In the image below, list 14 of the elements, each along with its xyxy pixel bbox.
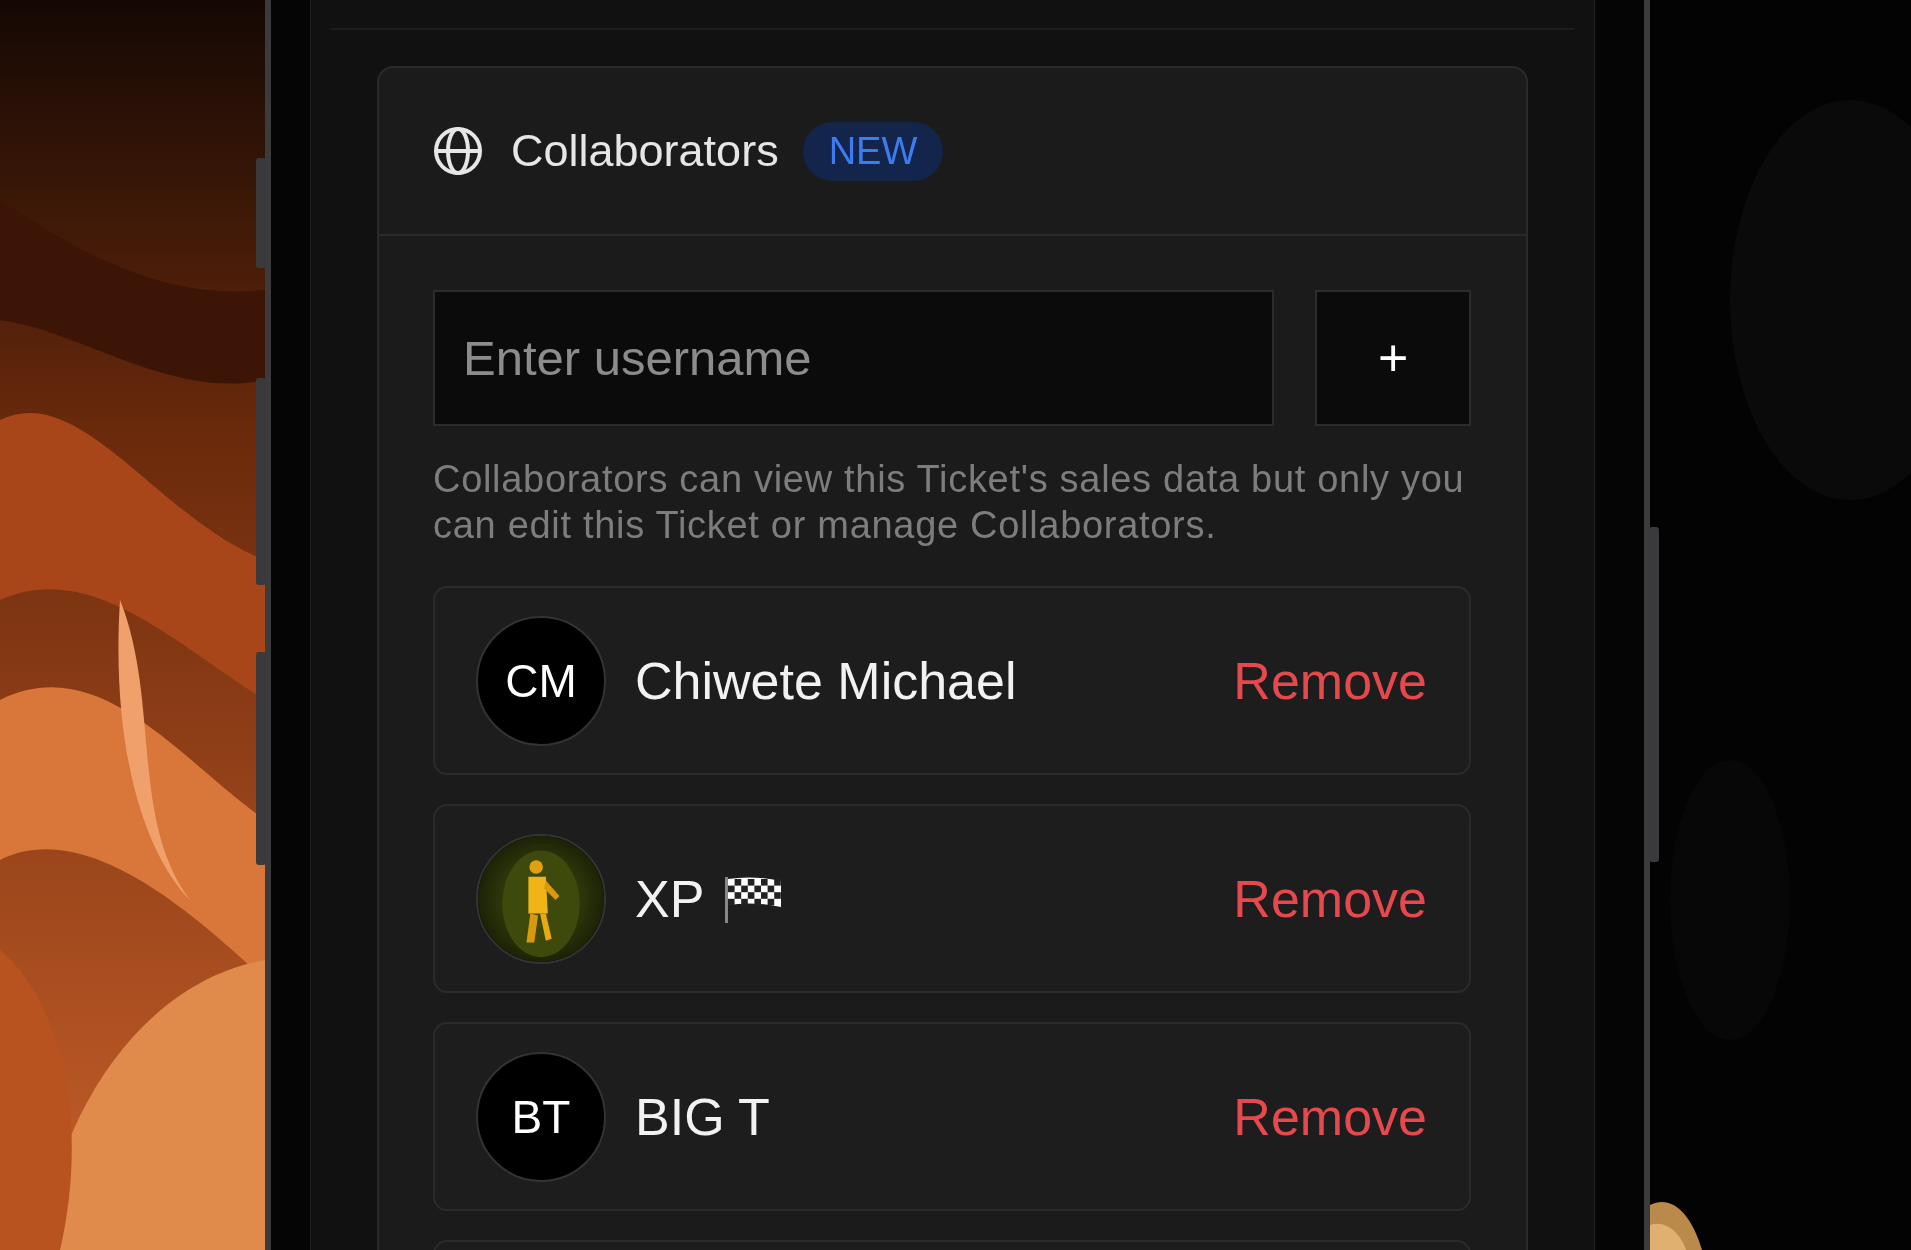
avatar: CM [476,615,606,746]
remove-button[interactable]: Remove [1233,1086,1427,1147]
collaborator-name: Chiwete Michael [635,650,1017,711]
remove-button[interactable]: Remove [1233,650,1427,711]
avatar: BT [476,1051,606,1182]
remove-button[interactable]: Remove [1233,868,1427,929]
card-title: Collaborators [511,125,779,177]
add-button[interactable]: + [1315,290,1471,426]
globe-icon [433,126,483,176]
help-text: Collaborators can view this Ticket's sales data but only you can edit this Ticket or manage Collaborators. [433,457,1466,548]
username-field[interactable]: Enter username [433,290,1275,426]
collaborator-name: BIG T [635,1086,770,1147]
collaborator-name: XP [635,868,705,929]
new-badge: NEW [802,121,944,181]
